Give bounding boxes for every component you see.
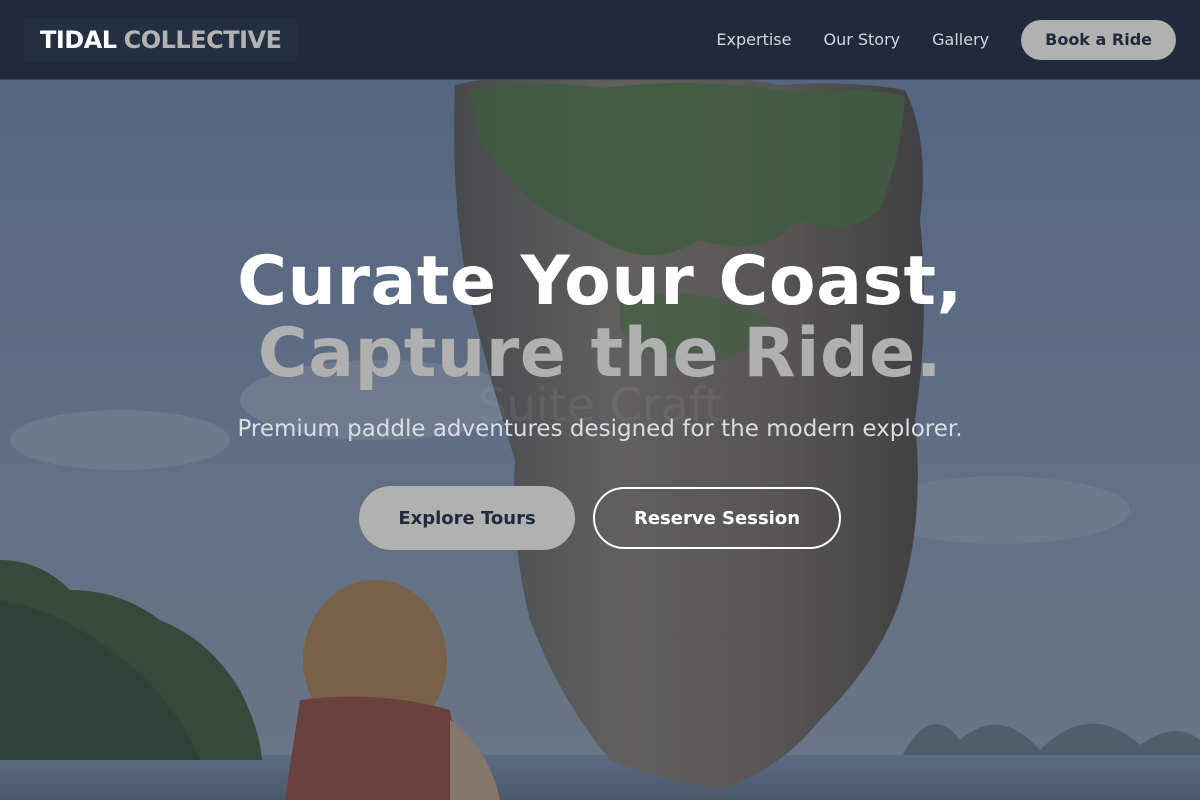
brand-name-strong: TIDAL [40,25,117,54]
hero-headline: Curate Your Coast, Capture the Ride. [0,246,1200,390]
explore-tours-button[interactable]: Explore Tours [359,486,575,550]
nav-link-gallery[interactable]: Gallery [932,30,989,49]
hero-headline-line-1: Curate Your Coast, [237,242,963,321]
hero-cta-row: Explore Tours Reserve Session [0,486,1200,550]
hero-headline-line-2: Capture the Ride. [257,314,943,393]
brand-logo[interactable]: TIDAL COLLECTIVE [24,17,298,62]
nav-link-expertise[interactable]: Expertise [716,30,791,49]
book-a-ride-button[interactable]: Book a Ride [1021,19,1176,60]
hero-section: Suite Craft Curate Your Coast, Capture t… [0,246,1200,550]
brand-name-light: COLLECTIVE [123,25,282,54]
top-navigation-bar: TIDAL COLLECTIVE Expertise Our Story Gal… [0,0,1200,80]
nav-link-our-story[interactable]: Our Story [823,30,900,49]
nav-menu: Expertise Our Story Gallery Book a Ride [716,19,1176,60]
reserve-session-button[interactable]: Reserve Session [593,487,841,549]
hero-subheadline: Premium paddle adventures designed for t… [237,416,963,442]
